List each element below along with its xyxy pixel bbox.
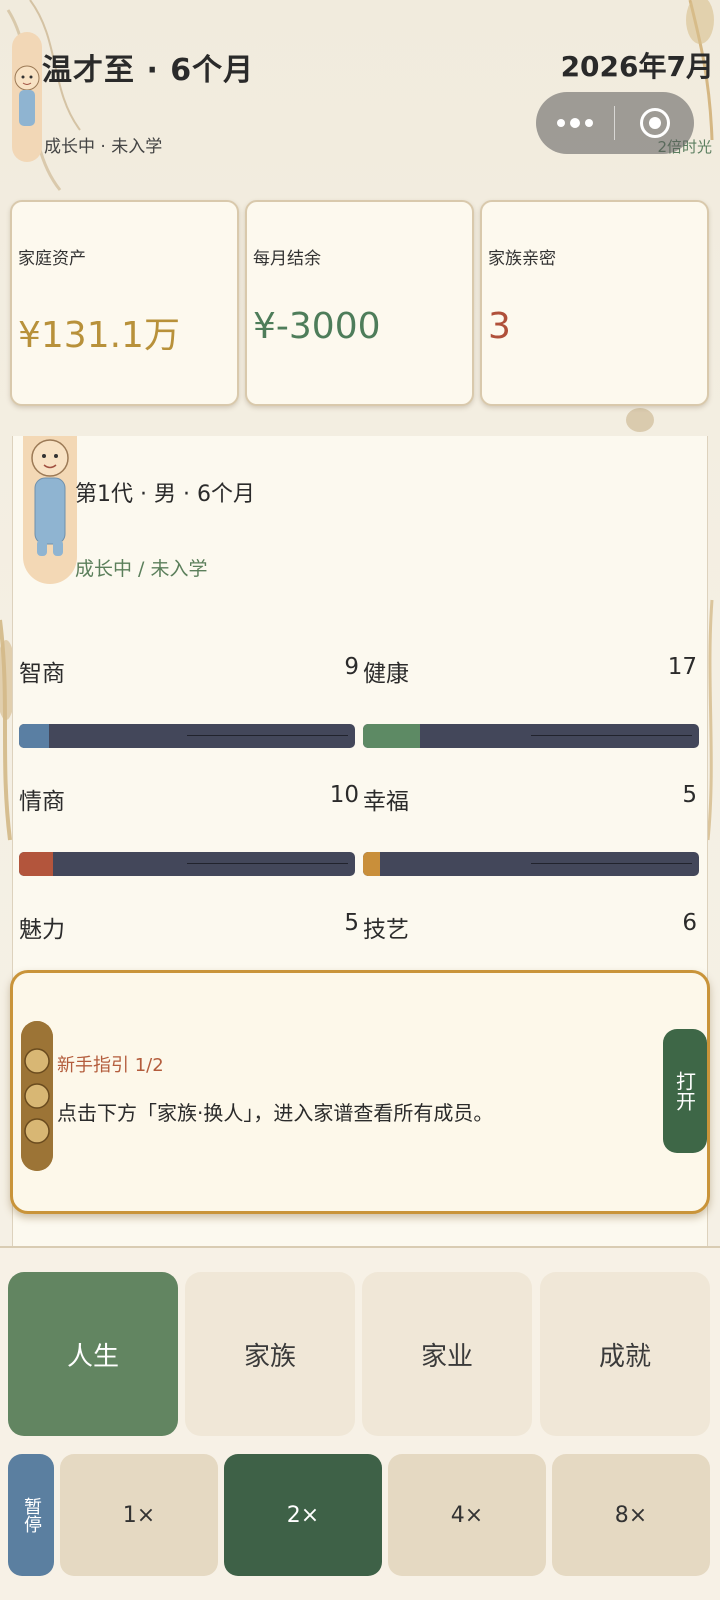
attr-bar-fill: [363, 852, 380, 876]
speed-2x-button[interactable]: 2×: [224, 1454, 382, 1576]
miniprogram-capsule: [536, 92, 694, 154]
attr-value-health: 17: [667, 654, 697, 680]
attr-label-charm: 魅力: [19, 917, 65, 943]
tab-business[interactable]: 家业: [362, 1272, 532, 1436]
attr-label-skill: 技艺: [363, 917, 409, 943]
stat-label: 家庭资产: [18, 249, 86, 269]
stat-value: ¥-3000: [253, 306, 381, 347]
more-dots-icon[interactable]: [536, 118, 614, 128]
attr-label-health: 健康: [363, 661, 409, 687]
attr-label-iq: 智商: [19, 661, 65, 687]
stat-label: 每月结余: [253, 249, 321, 269]
newbie-guide-modal: 新手指引 1/2 点击下方「家族·换人」，进入家谱查看所有成员。 打开: [10, 970, 710, 1214]
attr-value-skill: 6: [682, 910, 697, 936]
stat-card-family-intimacy[interactable]: 家族亲密 3: [480, 200, 709, 406]
attr-label-eq: 情商: [19, 789, 65, 815]
tab-achievements[interactable]: 成就: [540, 1272, 710, 1436]
stat-value: ¥131.1万: [18, 315, 180, 356]
stat-card-assets[interactable]: 家庭资产 ¥131.1万: [10, 200, 239, 406]
open-button[interactable]: 打开: [663, 1029, 707, 1153]
pause-button[interactable]: 暂停: [8, 1454, 54, 1576]
character-generation: 第1代 · 男 · 6个月: [75, 482, 255, 507]
game-date: 2026年7月: [560, 50, 714, 83]
stat-card-monthly-balance[interactable]: 每月结余 ¥-3000: [245, 200, 474, 406]
speed-1x-button[interactable]: 1×: [60, 1454, 218, 1576]
attr-bar-fill: [363, 724, 421, 748]
tab-family[interactable]: 家族: [185, 1272, 355, 1436]
page-title: 温才至 · 6个月: [42, 53, 255, 88]
attr-bar-health: [363, 724, 699, 748]
page-subtitle: 成长中 · 未入学: [44, 137, 163, 157]
speed-4x-button[interactable]: 4×: [388, 1454, 546, 1576]
avatar[interactable]: [12, 32, 42, 162]
attr-bar-eq: [19, 852, 355, 876]
target-circle-icon[interactable]: [615, 108, 694, 138]
attr-bar-happiness: [363, 852, 699, 876]
guide-character-icon: [21, 1021, 53, 1171]
stat-cards: 家庭资产 ¥131.1万 每月结余 ¥-3000 家族亲密 3: [10, 200, 710, 406]
stat-label: 家族亲密: [488, 249, 556, 269]
guide-text: 点击下方「家族·换人」，进入家谱查看所有成员。: [57, 1101, 494, 1125]
tab-life[interactable]: 人生: [8, 1272, 178, 1436]
stat-value: 3: [488, 306, 511, 347]
attr-value-eq: 10: [329, 782, 359, 808]
attr-value-iq: 9: [344, 654, 359, 680]
header: 温才至 · 6个月 成长中 · 未入学 2026年7月 2倍时光: [0, 0, 720, 190]
guide-title: 新手指引 1/2: [57, 1055, 164, 1076]
character-status: 成长中 / 未入学: [75, 558, 208, 580]
bottom-bar: 人生 家族 家业 成就 暂停 1× 2× 4× 8×: [0, 1246, 720, 1600]
speed-8x-button[interactable]: 8×: [552, 1454, 710, 1576]
character-avatar[interactable]: [23, 436, 77, 584]
attr-label-happiness: 幸福: [363, 789, 409, 815]
attr-value-charm: 5: [344, 910, 359, 936]
attr-bar-fill: [19, 852, 53, 876]
attr-bar-iq: [19, 724, 355, 748]
attr-value-happiness: 5: [682, 782, 697, 808]
attr-bar-fill: [19, 724, 50, 748]
